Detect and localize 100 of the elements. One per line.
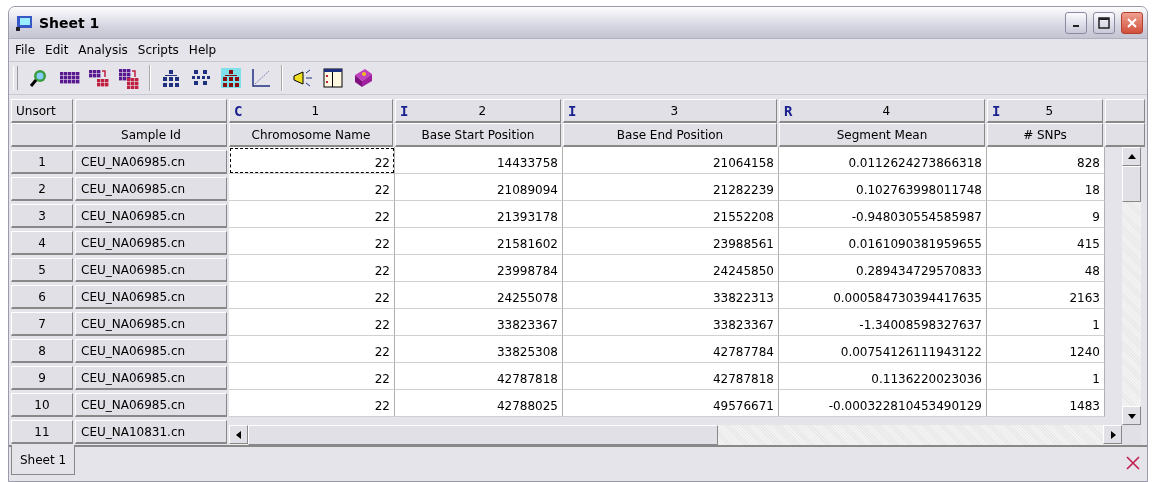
table-cell: 0.289434729570833 — [779, 255, 987, 282]
table-cell: 1 — [987, 309, 1105, 336]
table-cell: 22 — [229, 336, 395, 363]
table-cell: 22 — [229, 228, 395, 255]
column-header[interactable]: Base End Position — [563, 123, 777, 147]
table-cell: 33823367 — [563, 309, 779, 336]
table-cell: 23998784 — [395, 255, 563, 282]
table-cell: -0.000322810453490129 — [779, 390, 987, 417]
table-cell: -0.948030554585987 — [779, 201, 987, 228]
column-number: 5 — [1044, 103, 1055, 118]
table-cell: 21089094 — [395, 174, 563, 201]
table-cell: 24255078 — [395, 282, 563, 309]
table-cell: 33823367 — [395, 309, 563, 336]
scrollbar-corner — [1122, 425, 1141, 445]
table-cell: 21581602 — [395, 228, 563, 255]
table-cell: 0.0112624273866318 — [779, 147, 987, 174]
horizontal-scrollbar[interactable] — [229, 425, 1122, 445]
row-header[interactable]: 6 — [11, 285, 73, 309]
sheet-tab[interactable]: Sheet 1 — [11, 445, 76, 475]
row-header[interactable]: 4 — [11, 231, 73, 255]
table-cell: 22 — [229, 174, 395, 201]
sample-id-cell: CEU_NA06985.cn — [75, 312, 227, 336]
table-cell: 42787818 — [395, 363, 563, 390]
row-header[interactable]: 5 — [11, 258, 73, 282]
sample-id-cell: CEU_NA06985.cn — [75, 258, 227, 282]
table-cell: 22 — [229, 390, 395, 417]
table-cell: 0.0161090381959655 — [779, 228, 987, 255]
close-icon[interactable] — [1125, 455, 1141, 471]
sample-id-cell: CEU_NA06985.cn — [75, 393, 227, 417]
column-header[interactable]: Base Start Position — [395, 123, 561, 147]
maximize-button[interactable] — [1093, 11, 1115, 34]
menu-item[interactable]: Help — [188, 43, 217, 57]
scroll-down-button[interactable] — [1122, 406, 1141, 425]
sample-id-cell: CEU_NA06985.cn — [75, 339, 227, 363]
row-header[interactable]: 9 — [11, 366, 73, 390]
arrow-up-icon — [1127, 153, 1136, 159]
row-header[interactable]: 10 — [11, 393, 73, 417]
table-cell: 14433758 — [395, 147, 563, 174]
menu-item[interactable]: Edit — [45, 43, 69, 57]
table-cell: 24245850 — [563, 255, 779, 282]
scrollbar-thumb[interactable] — [1122, 166, 1141, 202]
table-cell: 9 — [987, 201, 1105, 228]
close-button[interactable] — [1121, 11, 1143, 34]
column-type-header[interactable]: I 2 — [395, 99, 561, 123]
table-cell: 22 — [229, 201, 395, 228]
column-header[interactable]: # SNPs — [987, 123, 1103, 147]
table-cell: 33825308 — [395, 336, 563, 363]
sample-id-cell: CEU_NA10831.cn — [75, 420, 227, 444]
table-cell: 23988561 — [563, 228, 779, 255]
scroll-left-button[interactable] — [229, 425, 248, 444]
menu-item[interactable]: Analysis — [78, 43, 128, 57]
maximize-icon — [1098, 16, 1110, 29]
column-type-header[interactable]: R 4 — [779, 99, 985, 123]
scroll-right-button[interactable] — [1103, 425, 1122, 444]
table-cell: 2163 — [987, 282, 1105, 309]
row-header[interactable]: 2 — [11, 177, 73, 201]
table-cell: 0.102763998011748 — [779, 174, 987, 201]
table-cell: -1.34008598327637 — [779, 309, 987, 336]
table-cell: 18 — [987, 174, 1105, 201]
row-header[interactable]: 7 — [11, 312, 73, 336]
row-header[interactable]: 1 — [11, 150, 73, 174]
vertical-scrollbar[interactable] — [1122, 147, 1141, 425]
column-type-header[interactable]: I 3 — [563, 99, 777, 123]
row-header[interactable]: 3 — [11, 204, 73, 228]
table-cell: 828 — [987, 147, 1105, 174]
layout-icon[interactable] — [320, 65, 346, 91]
type-letter: R — [784, 102, 793, 119]
row-header[interactable]: 8 — [11, 339, 73, 363]
sort-header[interactable]: Unsort — [11, 99, 73, 123]
table-cell: 42788025 — [395, 390, 563, 417]
scroll-up-button[interactable] — [1122, 147, 1141, 166]
column-header[interactable]: Chromosome Name — [229, 123, 393, 147]
table-cell: 21393178 — [395, 201, 563, 228]
column-number: 2 — [477, 103, 488, 118]
sample-id-cell: CEU_NA06985.cn — [75, 285, 227, 309]
header-cell — [1105, 99, 1145, 123]
table-cell: 0.00754126111943122 — [779, 336, 987, 363]
menu-item[interactable]: File — [15, 43, 36, 57]
column-header[interactable]: Segment Mean — [779, 123, 985, 147]
column-header[interactable]: Sample Id — [75, 123, 227, 147]
table-cell: 42787818 — [563, 363, 779, 390]
column-number: 1 — [310, 103, 321, 118]
column-type-header[interactable]: C 1 — [229, 99, 393, 123]
type-letter: C — [234, 102, 243, 119]
column-type-header[interactable]: I 5 — [987, 99, 1103, 123]
menu-item[interactable]: Scripts — [137, 43, 179, 57]
scrollbar-thumb[interactable] — [248, 425, 718, 445]
row-header[interactable]: 11 — [11, 420, 73, 444]
table-cell: 21552208 — [563, 201, 779, 228]
sample-id-cell: CEU_NA06985.cn — [75, 366, 227, 390]
hierarchy-icon[interactable] — [218, 65, 244, 91]
table-cell: 22 — [229, 147, 395, 174]
minimize-button[interactable] — [1065, 11, 1087, 34]
header-cell — [11, 123, 73, 147]
arrow-down-icon — [1127, 413, 1136, 419]
arrow-left-icon — [235, 430, 241, 439]
table-cell: 49576671 — [563, 390, 779, 417]
sample-id-cell: CEU_NA06985.cn — [75, 150, 227, 174]
column-number: 3 — [669, 103, 680, 118]
type-letter: I — [400, 102, 409, 119]
